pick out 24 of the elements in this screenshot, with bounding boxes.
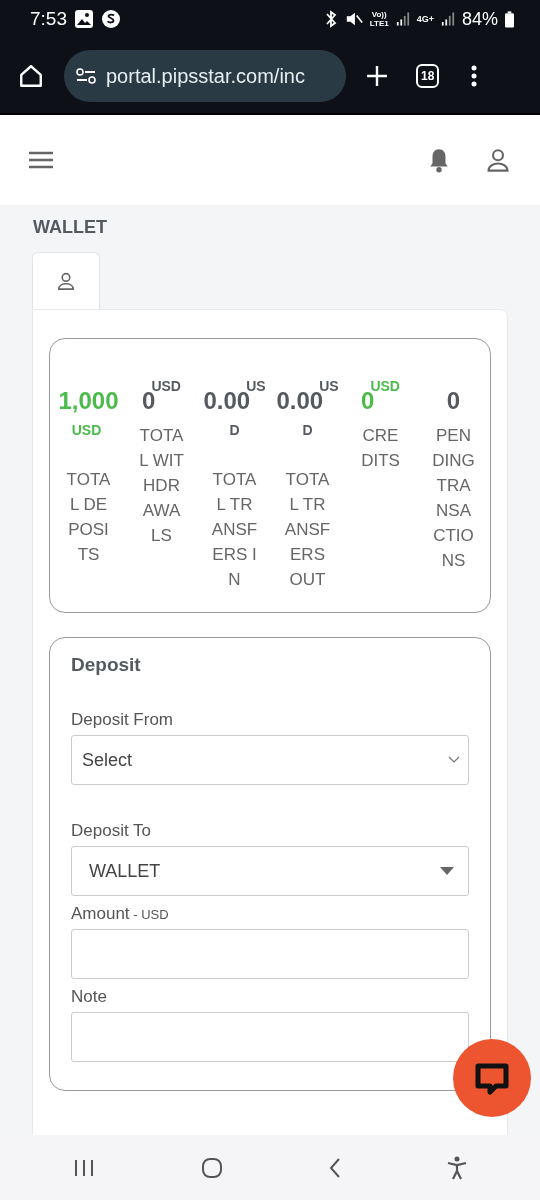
- battery-percent: 84%: [461, 8, 498, 30]
- stat-label: CREDITS: [360, 425, 401, 472]
- stat-label: TOTAL TRANSFERS IN: [211, 469, 258, 591]
- stat-value: 0$^{USD}$: [360, 379, 401, 416]
- field-label: Note: [71, 987, 108, 1007]
- stat-label: TOTAL TRANSFERS OUT: [284, 469, 331, 591]
- stat-label: TOTAL WITHDRAWALS: [138, 425, 185, 547]
- section-title: Deposit: [71, 654, 142, 676]
- tab-count-button[interactable]: 18: [416, 64, 440, 88]
- address-bar[interactable]: portal.pipsstar.com/inc: [64, 50, 346, 102]
- url-text: portal.pipsstar.com/inc: [106, 64, 305, 88]
- stat-label: PENDING TRANSACTIONS: [431, 425, 476, 572]
- field-label: Deposit To: [71, 821, 152, 841]
- page-title: WALLET: [33, 217, 108, 238]
- select-field[interactable]: Select: [71, 735, 469, 785]
- network-label: 4G+: [416, 14, 434, 24]
- stat-value: 0$^{USD}$: [141, 379, 182, 416]
- dropdown-field[interactable]: WALLET: [71, 846, 469, 896]
- field-label: Deposit From: [71, 710, 175, 730]
- stat-label: TOTAL DEPOSITS: [65, 469, 112, 566]
- field-label: Amount - USD: [71, 904, 170, 924]
- clock-time: 7:53: [30, 8, 67, 30]
- stat-value: 0: [445, 386, 462, 416]
- network-label: Vo)) LTE1: [369, 10, 389, 28]
